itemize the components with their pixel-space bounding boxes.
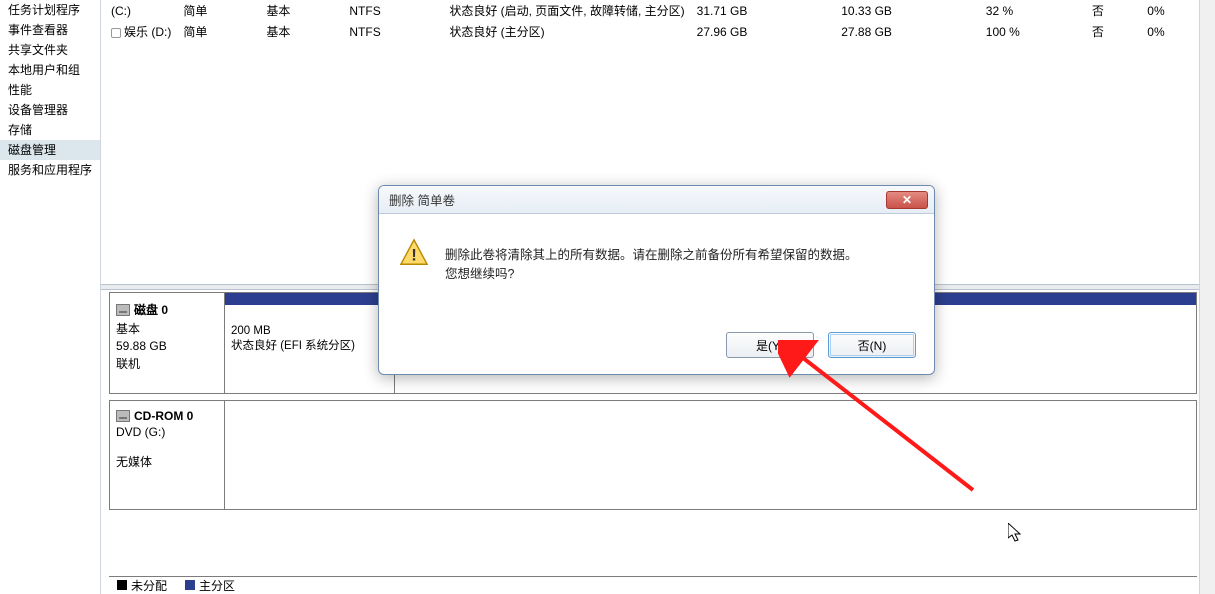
disk0-state: 联机 [116,355,218,372]
dialog-body: ! 删除此卷将清除其上的所有数据。请在删除之前备份所有希望保留的数据。 您想继续… [379,214,934,322]
dialog-line1: 删除此卷将清除其上的所有数据。请在删除之前备份所有希望保留的数据。 [445,244,858,263]
cdrom-title: CD-ROM 0 [134,409,193,423]
warning-icon: ! [399,238,429,268]
cdrom-state: 无媒体 [116,453,218,470]
disk0-info: 磁盘 0 基本 59.88 GB 联机 [110,293,225,393]
delete-volume-dialog: 删除 简单卷 ✕ ! 删除此卷将清除其上的所有数据。请在删除之前备份所有希望保留… [378,185,935,375]
close-button[interactable]: ✕ [886,191,928,209]
sidebar-item-storage[interactable]: 存储 [0,120,100,140]
sidebar-item-local-users[interactable]: 本地用户和组 [0,60,100,80]
volume-name: (C:) [111,4,131,18]
table-row[interactable]: (C:) 简单 基本 NTFS 状态良好 (启动, 页面文件, 故障转储, 主分… [105,0,1209,21]
legend-unallocated: 未分配 [117,577,167,594]
yes-button[interactable]: 是(Y) [726,332,814,358]
disk0-partition-efi[interactable]: 200 MB 状态良好 (EFI 系统分区) [225,305,395,393]
dialog-line2: 您想继续吗? [445,263,858,282]
sidebar-item-shared-folders[interactable]: 共享文件夹 [0,40,100,60]
cdrom-panel: CD-ROM 0 DVD (G:) 无媒体 [109,400,1197,510]
no-button[interactable]: 否(N) [828,332,916,358]
disk-icon [116,304,130,316]
dialog-title-text: 删除 简单卷 [389,190,455,209]
partition-status: 状态良好 (EFI 系统分区) [231,337,388,353]
sidebar-item-disk-management[interactable]: 磁盘管理 [0,140,100,160]
dialog-buttons: 是(Y) 否(N) [379,322,934,374]
cursor-icon [1008,523,1024,543]
cdrom-graph [225,401,1196,509]
disk0-size: 59.88 GB [116,339,218,353]
volume-name: 娱乐 (D:) [124,25,171,39]
partition-size: 200 MB [231,325,388,337]
nav-tree: 任务计划程序 事件查看器 共享文件夹 本地用户和组 性能 设备管理器 存储 磁盘… [0,0,100,594]
cdrom-kind: DVD (G:) [116,425,218,439]
cdrom-icon [116,410,130,422]
volume-table[interactable]: (C:) 简单 基本 NTFS 状态良好 (启动, 页面文件, 故障转储, 主分… [105,0,1209,42]
sidebar-item-device-manager[interactable]: 设备管理器 [0,100,100,120]
disk0-kind: 基本 [116,320,218,337]
legend: 未分配 主分区 [109,576,1197,594]
legend-primary: 主分区 [185,577,235,594]
dialog-titlebar[interactable]: 删除 简单卷 ✕ [379,186,934,214]
sidebar-item-performance[interactable]: 性能 [0,80,100,100]
disk0-title: 磁盘 0 [134,301,168,318]
dialog-message: 删除此卷将清除其上的所有数据。请在删除之前备份所有希望保留的数据。 您想继续吗? [445,244,858,312]
sidebar-item-task-scheduler[interactable]: 任务计划程序 [0,0,100,20]
close-icon: ✕ [902,193,912,207]
sidebar-item-services-apps[interactable]: 服务和应用程序 [0,160,100,180]
svg-text:!: ! [411,246,417,265]
volume-icon [111,28,121,38]
table-row[interactable]: 娱乐 (D:) 简单 基本 NTFS 状态良好 (主分区) 27.96 GB 2… [105,21,1209,42]
sidebar-item-event-viewer[interactable]: 事件查看器 [0,20,100,40]
cdrom-info: CD-ROM 0 DVD (G:) 无媒体 [110,401,225,509]
right-rail [1199,0,1215,594]
